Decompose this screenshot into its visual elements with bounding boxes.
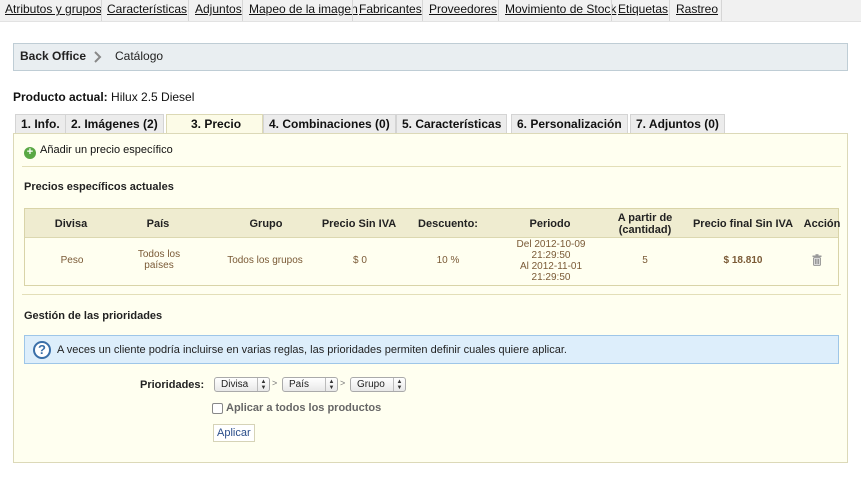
trash-icon[interactable] <box>812 254 822 266</box>
current-prices-title: Precios específicos actuales <box>24 181 174 193</box>
apply-button[interactable]: Aplicar <box>213 424 255 442</box>
nav-divider <box>422 0 423 21</box>
nav-link-proveedores[interactable]: Proveedores <box>429 2 497 16</box>
priority-select-2-value: País <box>289 379 310 390</box>
col-precio-sin-iva: Precio Sin IVA <box>321 218 397 230</box>
add-specific-price-link[interactable]: + Añadir un precio específico <box>24 144 173 159</box>
priorities-title: Gestión de las prioridades <box>24 310 163 322</box>
priority-select-1-value: Divisa <box>221 379 249 390</box>
col-descuento: Descuento: <box>418 218 478 230</box>
col-a-partir-de-line1: A partir de <box>617 212 673 224</box>
current-product-name: Hilux 2.5 Diesel <box>111 90 195 104</box>
cell-periodo: Del 2012-10-09 21:29:50 Al 2012-11-01 21… <box>501 239 601 283</box>
priority-select-3[interactable]: Grupo ▲ ▼ <box>350 377 406 392</box>
priorities-label: Prioridades: <box>140 379 205 391</box>
priority-select-1[interactable]: Divisa ▲ ▼ <box>214 377 270 392</box>
priority-select-2[interactable]: País ▲ ▼ <box>282 377 338 392</box>
period-to: Al 2012-11-01 <box>519 261 583 272</box>
plus-circle-icon: + <box>24 147 36 159</box>
cell-descuento: 10 % <box>436 255 460 266</box>
nav-divider <box>669 0 670 21</box>
cell-precio-sin-iva: $ 0 <box>353 255 367 266</box>
col-a-partir-de-line2: (cantidad) <box>618 224 672 236</box>
top-navigation: Atributos y grupos Características Adjun… <box>0 0 861 22</box>
current-product-label: Producto actual: <box>13 90 108 104</box>
current-product: Producto actual: Hilux 2.5 Diesel <box>13 90 194 104</box>
specific-prices-table: Divisa País Grupo Precio Sin IVA Descuen… <box>24 208 840 286</box>
question-circle-icon: ? <box>33 341 51 359</box>
period-to-time: 21:29:50 <box>531 272 571 283</box>
period-from-time: 21:29:50 <box>531 250 571 261</box>
info-text: A veces un cliente podría incluirse en v… <box>57 344 567 356</box>
nav-divider <box>721 0 722 21</box>
nav-link-fabricantes[interactable]: Fabricantes <box>359 2 422 16</box>
nav-link-atributos[interactable]: Atributos y grupos <box>5 2 102 16</box>
price-panel: + Añadir un precio específico Precios esp… <box>13 133 848 463</box>
priority-separator: > <box>340 378 346 388</box>
col-a-partir-de: A partir de (cantidad) <box>609 212 681 236</box>
cell-pais-line1: Todos los <box>137 249 181 260</box>
tab-precio[interactable]: 3. Precio <box>166 114 263 134</box>
nav-divider <box>242 0 243 21</box>
tab-combinaciones[interactable]: 4. Combinaciones (0) <box>263 114 396 133</box>
chevron-right-icon <box>94 51 102 66</box>
col-pais: País <box>146 218 170 230</box>
cell-grupo: Todos los grupos <box>227 255 303 266</box>
info-box: ? A veces un cliente podría incluirse en… <box>24 335 839 364</box>
col-precio-final: Precio final Sin IVA <box>692 218 794 230</box>
breadcrumb-current: Catálogo <box>115 49 164 63</box>
divider <box>22 294 841 295</box>
apply-all-checkbox[interactable] <box>212 403 223 414</box>
nav-divider <box>498 0 499 21</box>
nav-divider <box>188 0 189 21</box>
nav-link-rastreo[interactable]: Rastreo <box>676 2 718 16</box>
breadcrumb: Back Office Catálogo <box>13 43 848 71</box>
tab-caracteristicas[interactable]: 5. Características <box>396 114 508 133</box>
cell-pais: Todos los países <box>133 249 185 271</box>
tab-info[interactable]: 1. Info. <box>15 114 66 133</box>
tab-personalizacion[interactable]: 6. Personalización <box>511 114 628 133</box>
col-periodo: Periodo <box>529 218 571 230</box>
tab-adjuntos[interactable]: 7. Adjuntos (0) <box>630 114 725 133</box>
nav-divider <box>611 0 612 21</box>
tab-imagenes[interactable]: 2. Imágenes (2) <box>65 114 164 133</box>
cell-a-partir-de: 5 <box>642 255 648 266</box>
cell-precio-final: $ 18.810 <box>723 255 763 266</box>
updown-arrow-icon: ▲ ▼ <box>393 378 405 391</box>
apply-all-label[interactable]: Aplicar a todos los productos <box>226 402 381 414</box>
nav-link-etiquetas[interactable]: Etiquetas <box>618 2 668 16</box>
cell-pais-line2: países <box>144 260 174 271</box>
add-specific-price-label: Añadir un precio específico <box>40 144 173 156</box>
priority-select-3-value: Grupo <box>357 379 385 390</box>
table-header: Divisa País Grupo Precio Sin IVA Descuen… <box>25 209 840 238</box>
updown-arrow-icon: ▲ ▼ <box>257 378 269 391</box>
col-accion: Acción <box>803 218 841 230</box>
col-divisa: Divisa <box>54 218 88 230</box>
period-from: Del 2012-10-09 <box>516 239 586 250</box>
priority-separator: > <box>272 378 278 388</box>
col-grupo: Grupo <box>249 218 283 230</box>
nav-link-caracteristicas[interactable]: Características <box>107 2 187 16</box>
cell-divisa: Peso <box>60 255 84 266</box>
nav-link-adjuntos[interactable]: Adjuntos <box>195 2 242 16</box>
nav-link-mapeo[interactable]: Mapeo de la imagen <box>249 2 358 16</box>
updown-arrow-icon: ▲ ▼ <box>325 378 337 391</box>
nav-divider <box>352 0 353 21</box>
breadcrumb-home[interactable]: Back Office <box>20 49 86 63</box>
nav-link-movimiento-stock[interactable]: Movimiento de Stock <box>505 2 616 16</box>
divider <box>22 166 841 167</box>
nav-divider <box>101 0 102 21</box>
